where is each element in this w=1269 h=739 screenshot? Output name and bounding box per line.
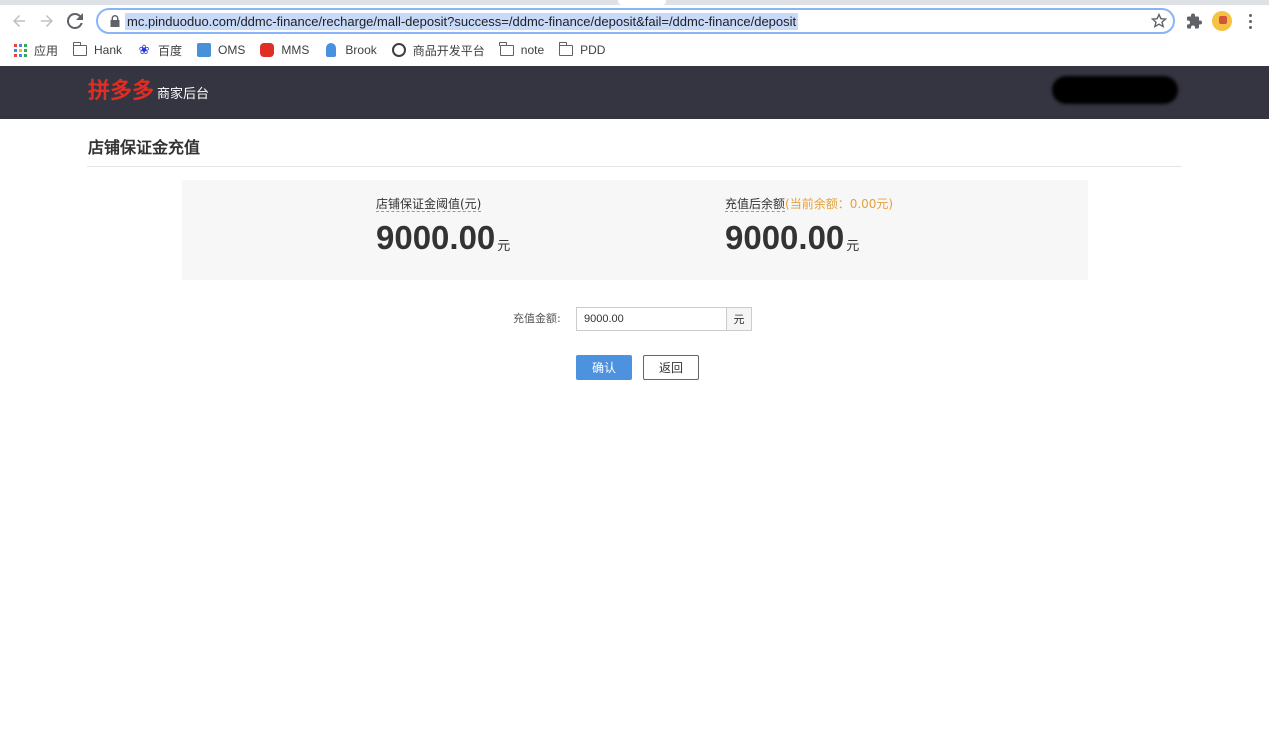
bookmark-label: 百度 — [158, 43, 183, 58]
bookmarks-bar: 应用 Hank ❀ 百度 OMS MMS Brook 商品开发平台 note P… — [0, 38, 1269, 62]
confirm-button[interactable]: 确认 — [576, 355, 632, 380]
brook-icon — [323, 42, 339, 58]
tab-strip — [0, 0, 1269, 5]
profile-avatar-icon[interactable] — [1212, 11, 1232, 31]
folder-icon — [558, 41, 574, 58]
forward-icon[interactable] — [36, 10, 58, 32]
url-text[interactable]: mc.pinduoduo.com/ddmc-finance/recharge/m… — [125, 13, 799, 30]
extensions-puzzle-icon[interactable] — [1185, 12, 1203, 30]
address-bar[interactable]: mc.pinduoduo.com/ddmc-finance/recharge/m… — [96, 8, 1175, 34]
lock-icon[interactable] — [108, 14, 122, 28]
active-tab[interactable] — [618, 0, 666, 5]
deposit-summary-panel: 店铺保证金阈值(元) 9000.00 元 充值后余额(当前余额：0.00元) 9… — [182, 180, 1088, 280]
bookmark-pdd[interactable]: PDD — [558, 39, 605, 61]
divider — [87, 166, 1182, 167]
amount-unit: 元 — [726, 307, 752, 331]
threshold-value: 9000.00 — [376, 219, 496, 256]
bookmark-label: Brook — [345, 43, 377, 57]
baidu-paw-icon: ❀ — [138, 42, 150, 57]
browser-menu-icon[interactable] — [1242, 12, 1258, 30]
balance-after-stat: 充值后余额(当前余额：0.00元) 9000.00 元 — [725, 196, 893, 256]
bookmark-oms[interactable]: OMS — [196, 39, 245, 61]
balance-after-label[interactable]: 充值后余额 — [725, 197, 786, 212]
bookmark-product-platform[interactable]: 商品开发平台 — [391, 39, 485, 61]
folder-icon — [499, 41, 515, 58]
back-button[interactable]: 返回 — [643, 355, 699, 380]
bookmark-label: 商品开发平台 — [412, 43, 485, 58]
amount-input[interactable] — [576, 307, 727, 331]
amount-label: 充值金额: — [513, 312, 561, 325]
balance-after-unit: 元 — [846, 239, 860, 254]
mms-icon — [259, 42, 275, 58]
bookmark-label: note — [520, 43, 545, 57]
bookmark-label: Hank — [94, 43, 123, 57]
bookmark-label: OMS — [218, 43, 246, 57]
bookmark-note[interactable]: note — [499, 39, 544, 61]
logo-text: 拼多多 — [88, 79, 155, 104]
oms-icon — [196, 42, 212, 58]
page-title: 店铺保证金充值 — [88, 138, 201, 157]
folder-icon — [72, 41, 88, 58]
back-icon[interactable] — [8, 10, 30, 32]
apps-grid-icon — [12, 42, 28, 58]
reload-icon[interactable] — [64, 10, 86, 32]
current-balance-note: (当前余额：0.00元) — [785, 197, 894, 211]
globe-icon — [391, 42, 407, 58]
browser-chrome: mc.pinduoduo.com/ddmc-finance/recharge/m… — [0, 0, 1269, 66]
threshold-stat: 店铺保证金阈值(元) 9000.00 元 — [376, 196, 510, 256]
threshold-unit: 元 — [497, 239, 511, 254]
bookmark-brook[interactable]: Brook — [323, 39, 377, 61]
bookmark-star-icon[interactable] — [1151, 13, 1167, 29]
redacted-account-name[interactable] — [1052, 76, 1178, 104]
site-logo[interactable]: 拼多多 商家后台 — [88, 78, 209, 106]
bookmark-label: MMS — [281, 43, 310, 57]
logo-subtitle: 商家后台 — [157, 87, 210, 102]
bookmark-label: 应用 — [34, 43, 59, 58]
bookmark-baidu[interactable]: ❀ 百度 — [136, 39, 182, 61]
bookmark-label: PDD — [580, 43, 606, 57]
threshold-label[interactable]: 店铺保证金阈值(元) — [376, 197, 482, 212]
bookmark-hank[interactable]: Hank — [72, 39, 122, 61]
bookmark-apps[interactable]: 应用 — [12, 39, 58, 61]
bookmark-mms[interactable]: MMS — [259, 39, 309, 61]
balance-after-value: 9000.00 — [725, 219, 845, 256]
